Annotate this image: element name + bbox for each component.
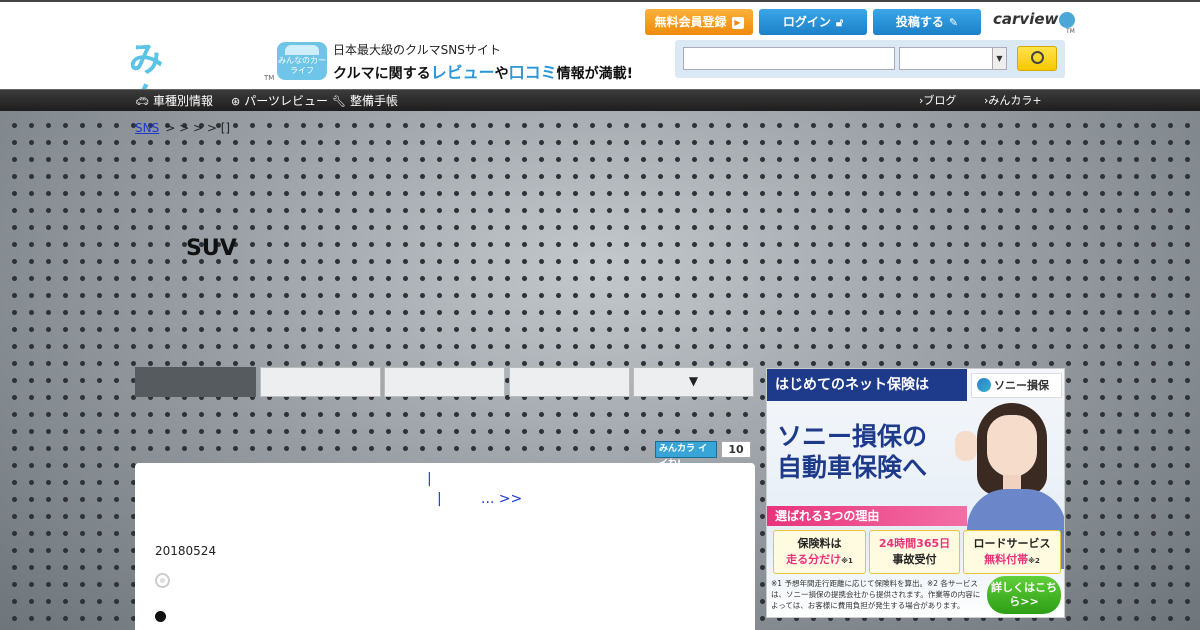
breadcrumb: SNS > > > > [] [135,121,230,135]
like-button[interactable]: みんカラ イイね! [655,441,717,469]
read-more-link[interactable]: ... >> [481,491,522,507]
nav-car-info-label: 車種別情報 [152,94,213,108]
tab-active[interactable] [135,367,256,397]
tagline-review: レビュー [430,63,495,82]
carview-text: carview [993,10,1059,28]
content-link-2[interactable]: | [437,491,442,507]
tab-2[interactable] [260,367,381,397]
pen-icon: ✎ [948,16,959,29]
ad-headline-line1: ソニー損保の [777,422,928,451]
global-nav: 🚗︎ 車種別情報 ⊛ パーツレビュー 🔧︎ 整備手帳 ›ブログ ›みんカラ+ [0,89,1200,111]
car-roof-shape [285,45,319,55]
tab-3[interactable] [384,367,505,397]
breadcrumb-root-link[interactable]: SNS [135,121,159,135]
tagline-part-a: クルマに関する [333,66,431,82]
sony-insurance-ad[interactable]: はじめてのネット保険は ソニー損保 ソニー損保の 自動車保険へ 選ばれる3つの理… [766,368,1065,618]
ad-reason-card-1: 保険料は 走る分だけ※1 [773,530,866,574]
triangle-down-icon: ▼ [688,374,699,388]
site-header: みんカラ TM みんなのカーライフ 日本最大級のクルマSNSサイト クルマに関す… [0,0,1200,200]
ad-details-button[interactable]: 詳しくはこちら>> [987,576,1061,614]
carview-logo[interactable]: carview [993,10,1076,28]
tab-more[interactable]: ▼ [633,367,754,397]
ad-headline-line2: 自動車保険へ [777,453,928,482]
nav-minkara-plus-label: みんカラ+ [988,94,1042,107]
card-1-line2: 走る分だけ※1 [786,553,853,566]
tagline-part-c: 情報が満載! [556,66,634,82]
nav-blog[interactable]: ›ブログ [919,90,956,112]
minna-carlife-badge-icon[interactable]: みんなのカーライフ [277,42,327,80]
tagline-kuchikomi: 口コミ [508,63,557,82]
wheel-icon: ⊛ [231,95,241,108]
login-label: ログイン [782,15,831,29]
ad-footnote: ※1 予想年間走行距離に応じて保険料を算出。※2 各サービスは、ソニー損保の提携… [771,579,981,610]
lock-icon: 🔓︎ [835,16,844,29]
carview-mark-icon [1059,11,1076,28]
ad-banner: はじめてのネット保険は [767,369,967,401]
post-date: 20180524 [155,544,217,558]
like-count: 10 [721,441,751,458]
nav-parts-review-label: パーツレビュー [244,94,328,108]
badge-label: みんなのカーライフ [278,56,326,75]
ad-reason-card-2: 24時間365日 事故受付 [869,530,960,574]
bullet-icon [155,611,166,622]
car-icon: 🚗︎ [135,95,149,108]
tagline-primary: 日本最大級のクルマSNSサイト [333,43,501,57]
card-3-line2: 無料付帯※2 [984,553,1040,566]
content-link-1[interactable]: | [427,471,432,487]
search-panel: ▼ [675,40,1065,78]
card-1-line1: 保険料は [797,537,842,550]
breadcrumb-current: [] [220,121,231,135]
tagline-secondary: クルマに関するレビューや口コミ情報が満載! [333,59,633,83]
play-arrow-icon: ▶ [731,16,744,29]
card-2-line2: 事故受付 [892,553,937,566]
breadcrumb-separators: > > > > [165,121,217,135]
ad-brand-logo: ソニー損保 [971,373,1062,398]
card-3-line1: ロードサービス [973,537,1051,550]
search-input[interactable] [683,47,895,70]
content-tabs: ▼ [135,367,755,398]
nav-maintenance[interactable]: 🔧︎ 整備手帳 [332,90,398,112]
tab-4[interactable] [509,367,630,397]
post-button[interactable]: 投稿する ✎ [873,9,981,35]
ad-brand-name: ソニー損保 [994,379,1049,392]
ad-reason-card-3: ロードサービス 無料付帯※2 [963,530,1061,574]
logo-trademark: TM [264,74,275,82]
register-button[interactable]: 無料会員登録 ▶ [645,9,753,35]
search-category-select[interactable]: ▼ [899,47,1007,70]
search-icon [1031,51,1044,64]
wrench-icon: 🔧︎ [332,95,346,108]
sony-sonpo-mark-icon [977,378,991,392]
tagline-part-b: や [494,66,509,82]
model-ok-hand [955,431,977,461]
ad-headline: ソニー損保の 自動車保険へ [777,421,927,483]
radio-option[interactable] [155,573,170,588]
register-label: 無料会員登録 [654,15,727,29]
page-title: SUV [186,236,237,261]
nav-maintenance-label: 整備手帳 [349,94,398,108]
nav-parts-review[interactable]: ⊛ パーツレビュー [231,90,328,112]
carview-trademark: TM [1066,28,1075,35]
ad-reason-banner: 選ばれる3つの理由 [767,506,967,526]
nav-minkara-plus[interactable]: ›みんカラ+ [984,90,1042,112]
chevron-down-icon: ▼ [992,48,1006,69]
nav-blog-label: ブログ [923,94,957,107]
model-face [987,415,1037,477]
content-panel: | | ... >> 20180524 [135,463,755,630]
nav-car-info[interactable]: 🚗︎ 車種別情報 [135,90,213,112]
search-button[interactable] [1017,46,1057,71]
post-label: 投稿する [895,15,944,29]
card-2-line1: 24時間365日 [878,537,951,550]
login-button[interactable]: ログイン 🔓︎ [759,9,867,35]
